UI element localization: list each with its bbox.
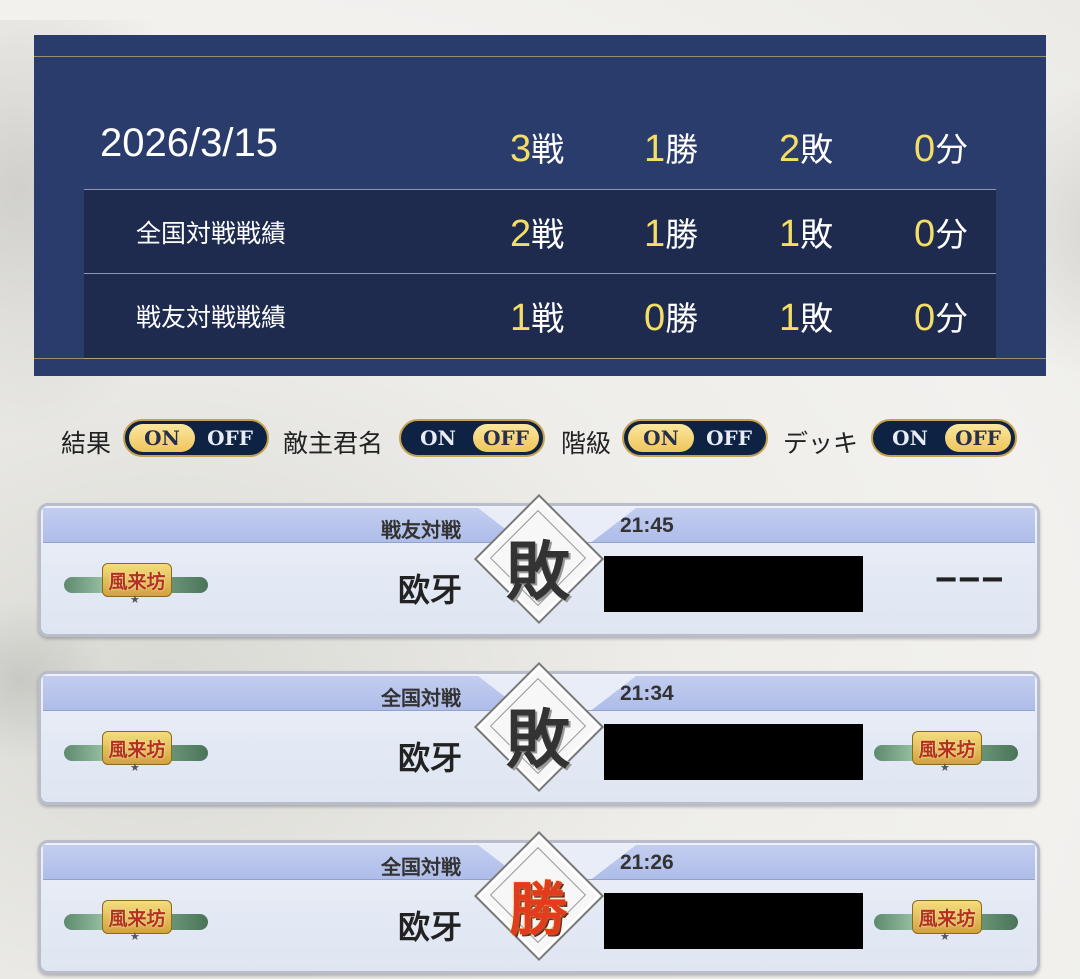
opponent-rank-emblem-icon: 風来坊 ★ <box>874 727 1018 774</box>
battle-record-card[interactable]: 全国対戦 21:34 風来坊 ★ 欧牙 敗 風来坊 ★ <box>38 661 1040 805</box>
national-record-row: 全国対戦戦績 2戦 1勝 1敗 0分 <box>84 189 996 274</box>
player-name: 欧牙 <box>398 739 463 777</box>
battle-time: 21:34 <box>620 682 674 705</box>
friend-draws: 0分 <box>914 297 969 339</box>
toggle-enemy-name-off[interactable]: OFF <box>473 424 539 452</box>
opponent-rank-empty: −−− <box>935 559 1005 601</box>
toggle-rank-on[interactable]: ON <box>628 424 694 452</box>
toggle-result-off[interactable]: OFF <box>197 424 263 452</box>
battle-time: 21:45 <box>620 514 674 537</box>
toggle-deck-off[interactable]: OFF <box>945 424 1011 452</box>
national-losses: 1敗 <box>779 213 834 255</box>
toggle-enemy-name-on[interactable]: ON <box>405 424 471 452</box>
opponent-name-redacted <box>604 724 863 780</box>
national-battles: 2戦 <box>510 213 565 255</box>
total-wins: 1勝 <box>644 128 699 170</box>
battle-result: 敗 <box>506 703 570 778</box>
record-date: 2026/3/15 <box>100 121 278 165</box>
my-rank-emblem-icon: 風来坊 ★ <box>64 727 208 774</box>
opponent-rank-emblem-icon: 風来坊 ★ <box>874 896 1018 943</box>
opponent-name-redacted <box>604 893 863 949</box>
friend-wins: 0勝 <box>644 297 699 339</box>
filter-label-deck: デッキ <box>783 429 859 458</box>
friend-battles: 1戦 <box>510 297 565 339</box>
filter-label-rank: 階級 <box>561 429 612 458</box>
opponent-name-redacted <box>604 556 863 612</box>
friend-record-row: 戦友対戦戦績 1戦 0勝 1敗 0分 <box>84 273 996 359</box>
battle-mode: 全国対戦 <box>381 686 461 710</box>
toggle-result-on[interactable]: ON <box>129 424 195 452</box>
total-draws: 0分 <box>914 128 969 170</box>
friend-losses: 1敗 <box>779 297 834 339</box>
display-filters: 結果 ON OFF 敵主君名 ON OFF 階級 ON OFF デッキ ON O… <box>0 418 1080 462</box>
toggle-rank-off[interactable]: OFF <box>696 424 762 452</box>
player-name: 欧牙 <box>398 571 463 609</box>
friend-record-label: 戦友対戦戦績 <box>136 303 287 332</box>
battle-time: 21:26 <box>620 851 674 874</box>
total-battles: 3戦 <box>510 128 565 170</box>
battle-result: 敗 <box>506 535 570 610</box>
player-name: 欧牙 <box>398 908 463 946</box>
national-record-label: 全国対戦戦績 <box>136 219 287 248</box>
toggle-rank[interactable]: ON OFF <box>622 419 768 457</box>
filter-label-result: 結果 <box>61 429 112 458</box>
national-draws: 0分 <box>914 213 969 255</box>
battle-mode: 戦友対戦 <box>381 518 461 542</box>
toggle-enemy-name[interactable]: ON OFF <box>399 419 545 457</box>
my-rank-emblem-icon: 風来坊 ★ <box>64 896 208 943</box>
daily-total-row: 2026/3/15 3戦 1勝 2敗 0分 <box>34 105 1046 189</box>
battle-record-card[interactable]: 全国対戦 21:26 風来坊 ★ 欧牙 勝 風来坊 ★ <box>38 830 1040 974</box>
toggle-deck[interactable]: ON OFF <box>871 419 1017 457</box>
my-rank-emblem-icon: 風来坊 ★ <box>64 559 208 606</box>
toggle-result[interactable]: ON OFF <box>123 419 269 457</box>
battle-record-card[interactable]: 戦友対戦 21:45 風来坊 ★ 欧牙 敗 −−− <box>38 493 1040 637</box>
toggle-deck-on[interactable]: ON <box>877 424 943 452</box>
total-losses: 2敗 <box>779 128 834 170</box>
battle-result: 勝 <box>508 875 567 943</box>
record-summary-panel: 2026/3/15 3戦 1勝 2敗 0分 全国対戦戦績 2戦 1勝 1敗 0分… <box>34 35 1046 376</box>
filter-label-enemy-name: 敵主君名 <box>283 429 384 458</box>
battle-mode: 全国対戦 <box>381 855 461 879</box>
national-wins: 1勝 <box>644 213 699 255</box>
